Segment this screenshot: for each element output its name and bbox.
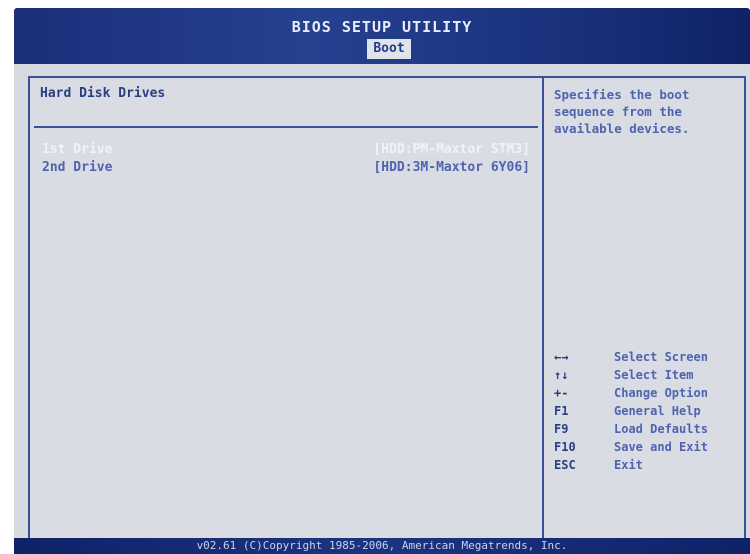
bios-header: BIOS SETUP UTILITY Boot	[14, 8, 750, 64]
key-desc: Select Screen	[614, 350, 708, 364]
key-row: F9 Load Defaults	[554, 422, 740, 440]
drive-label: 1st Drive	[42, 142, 113, 157]
key-code: +-	[554, 386, 569, 400]
key-desc: Save and Exit	[614, 440, 708, 454]
key-desc: Select Item	[614, 368, 694, 382]
key-row: ↑↓ Select Item	[554, 368, 740, 386]
key-desc: Change Option	[614, 386, 708, 400]
key-row: F1 General Help	[554, 404, 740, 422]
key-row: ESC Exit	[554, 458, 740, 476]
section-title: Hard Disk Drives	[40, 86, 166, 101]
drive-value[interactable]: [HDD:PM-Maxtor STM3]	[373, 142, 530, 157]
key-row: F10 Save and Exit	[554, 440, 740, 458]
key-legend: ←→ Select Screen ↑↓ Select Item +- Chang…	[554, 350, 740, 476]
app-title: BIOS SETUP UTILITY	[291, 18, 473, 36]
key-code: ←→	[554, 350, 569, 364]
tab-boot[interactable]: Boot	[367, 39, 411, 59]
drive-label: 2nd Drive	[42, 160, 113, 175]
key-code: ↑↓	[554, 368, 569, 382]
key-code: ESC	[554, 458, 576, 472]
photo-frame: BIOS SETUP UTILITY Boot Hard Disk Drives…	[0, 0, 750, 554]
key-desc: General Help	[614, 404, 701, 418]
key-code: F1	[554, 404, 569, 418]
drive-value[interactable]: [HDD:3M-Maxtor 6Y06]	[373, 160, 530, 175]
section-divider	[34, 126, 538, 128]
key-desc: Exit	[614, 458, 643, 472]
main-panel: Hard Disk Drives 1st Drive [HDD:PM-Maxto…	[28, 76, 542, 542]
key-row: ←→ Select Screen	[554, 350, 740, 368]
key-row: +- Change Option	[554, 386, 740, 404]
copyright-footer: v02.61 (C)Copyright 1985-2006, American …	[14, 538, 750, 554]
bios-screen: BIOS SETUP UTILITY Boot Hard Disk Drives…	[14, 8, 750, 554]
key-code: F10	[554, 440, 576, 454]
key-code: F9	[554, 422, 569, 436]
help-description: Specifies the boot sequence from the ava…	[554, 87, 690, 136]
key-desc: Load Defaults	[614, 422, 708, 436]
help-panel: Specifies the boot sequence from the ava…	[542, 76, 746, 542]
